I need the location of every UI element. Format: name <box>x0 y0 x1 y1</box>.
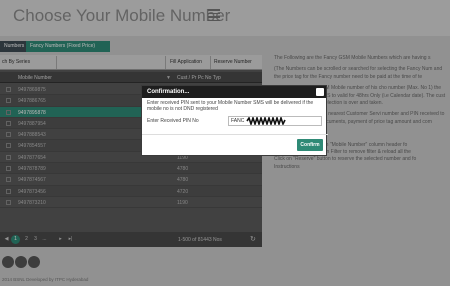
pin-label: Enter Received PIN No <box>147 118 199 124</box>
confirm-button[interactable]: Confirm <box>297 139 323 151</box>
redaction-scribble <box>246 117 286 125</box>
dialog-message: Enter received PIN sent to your Mobile N… <box>147 100 314 112</box>
close-icon[interactable] <box>316 88 324 96</box>
confirmation-dialog: Confirmation... Enter received PIN sent … <box>141 85 328 156</box>
dialog-title: Confirmation... <box>142 86 326 98</box>
dialog-title-text: Confirmation... <box>147 89 190 95</box>
